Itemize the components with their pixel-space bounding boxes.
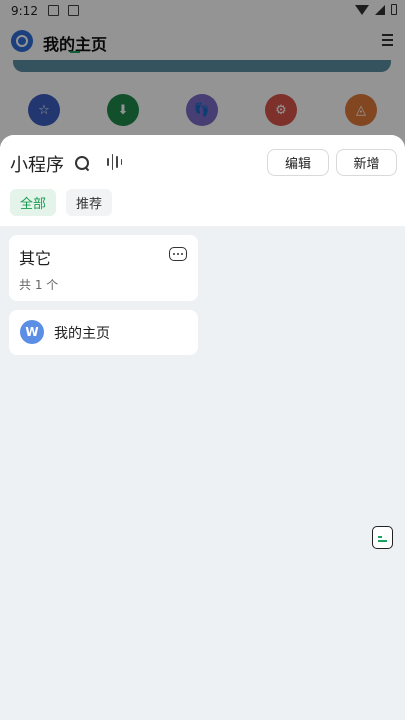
- voice-icon[interactable]: [107, 153, 125, 171]
- group-title: 其它: [19, 249, 52, 268]
- search-icon[interactable]: [75, 156, 89, 170]
- mini-program-name: 我的主页: [54, 326, 110, 342]
- tab-recommended[interactable]: 推荐: [66, 189, 112, 216]
- edit-button[interactable]: 编辑: [267, 149, 329, 176]
- list-item[interactable]: W 我的主页: [9, 310, 198, 355]
- tab-all[interactable]: 全部: [10, 189, 56, 216]
- group-card[interactable]: 其它 共 1 个: [9, 235, 198, 301]
- group-count: 共 1 个: [19, 278, 59, 292]
- mini-program-logo-icon: W: [20, 320, 44, 344]
- add-button[interactable]: 新增: [336, 149, 397, 176]
- floating-note-button[interactable]: [372, 526, 393, 549]
- sheet-header: 小程序 编辑 新增 全部 推荐: [0, 135, 405, 226]
- mini-program-sheet: 小程序 编辑 新增 全部 推荐 其它 共 1 个 W 我的主页: [0, 135, 405, 720]
- more-options-icon[interactable]: [169, 247, 187, 261]
- sheet-title: 小程序: [10, 155, 64, 176]
